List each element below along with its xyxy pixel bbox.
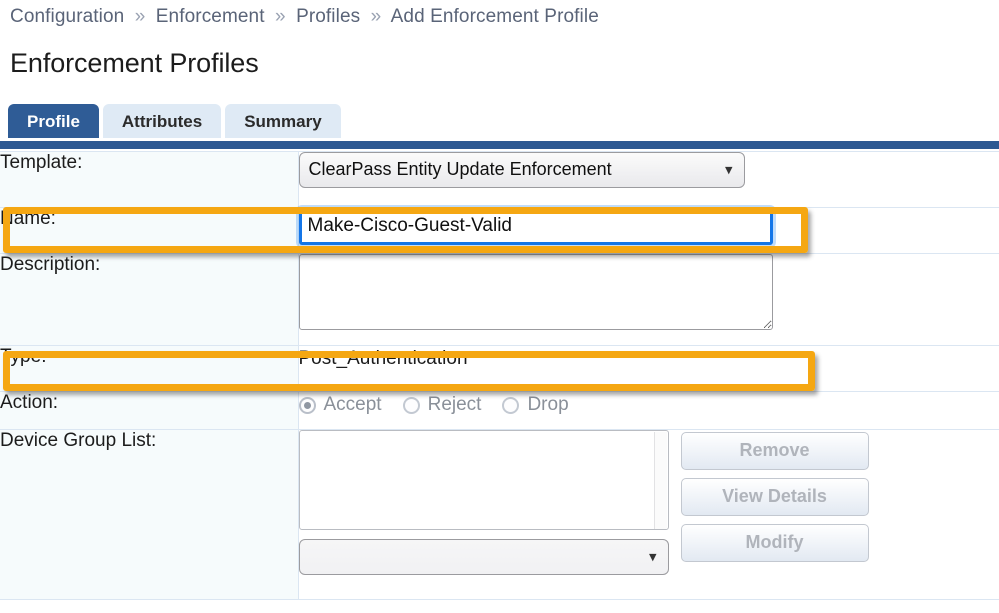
breadcrumb-separator: » [370, 6, 382, 27]
breadcrumb-item-configuration[interactable]: Configuration [10, 6, 124, 27]
description-textarea[interactable] [298, 254, 773, 330]
breadcrumb-item-profiles[interactable]: Profiles [296, 6, 360, 27]
breadcrumb-item-enforcement[interactable]: Enforcement [156, 6, 265, 27]
template-select[interactable]: ClearPass Entity Update Enforcement [298, 152, 745, 188]
tab-profile[interactable]: Profile [8, 104, 99, 138]
device-group-listbox[interactable] [298, 430, 669, 530]
form-row-description: Description: [0, 253, 999, 346]
device-group-list-value-cell: ▾ Remove View Details Modify [298, 429, 999, 600]
breadcrumb: Configuration » Enforcement » Profiles »… [10, 6, 599, 28]
name-label: Name: [0, 207, 299, 254]
description-value-cell [298, 253, 999, 346]
modify-button[interactable]: Modify [680, 524, 869, 562]
breadcrumb-item-add-enforcement-profile: Add Enforcement Profile [390, 6, 599, 27]
tab-bar-underline [0, 141, 999, 149]
tab-bar: Profile Attributes Summary [8, 104, 341, 138]
action-radio-group: Accept Reject Drop [298, 392, 999, 416]
enforcement-profile-page: Configuration » Enforcement » Profiles »… [0, 0, 999, 613]
form-row-device-group-list: Device Group List: ▾ Remove View Details… [0, 429, 999, 600]
radio-unselected-icon [502, 396, 520, 414]
type-value: Post_Authentication [298, 348, 468, 369]
name-input[interactable] [298, 208, 773, 245]
form-row-name: Name: [0, 207, 999, 254]
breadcrumb-separator: » [275, 6, 286, 27]
action-radio-drop-label: Drop [527, 394, 569, 415]
template-label: Template: [0, 151, 299, 208]
action-value-cell: Accept Reject Drop [298, 391, 999, 430]
remove-button[interactable]: Remove [680, 432, 869, 470]
action-radio-reject[interactable]: Reject [402, 394, 482, 416]
page-title: Enforcement Profiles [10, 48, 259, 78]
device-group-list-left: ▾ [298, 430, 669, 575]
type-value-cell: Post_Authentication [298, 345, 999, 392]
device-group-select[interactable] [298, 539, 669, 575]
radio-unselected-icon [402, 396, 420, 414]
radio-selected-icon [298, 396, 316, 414]
template-select-wrap: ClearPass Entity Update Enforcement ▾ [298, 152, 745, 188]
action-radio-reject-label: Reject [427, 394, 482, 415]
action-label: Action: [0, 391, 299, 430]
scrollbar-track[interactable] [653, 432, 667, 529]
tab-attributes[interactable]: Attributes [102, 104, 222, 138]
form-row-template: Template: ClearPass Entity Update Enforc… [0, 151, 999, 208]
device-group-list-label: Device Group List: [0, 429, 299, 600]
description-label: Description: [0, 253, 299, 346]
type-label: Type: [0, 345, 299, 392]
breadcrumb-separator: » [134, 6, 146, 27]
name-value-cell [298, 207, 999, 254]
form-row-action: Action: Accept Reject Drop [0, 391, 999, 430]
profile-form: Template: ClearPass Entity Update Enforc… [0, 151, 999, 600]
action-radio-drop[interactable]: Drop [502, 394, 569, 416]
device-group-buttons: Remove View Details Modify [680, 430, 869, 562]
device-group-list-controls: ▾ Remove View Details Modify [298, 430, 999, 575]
device-group-select-wrap: ▾ [298, 539, 669, 575]
action-radio-accept-label: Accept [323, 394, 382, 415]
template-value-cell: ClearPass Entity Update Enforcement ▾ [298, 151, 999, 208]
form-row-type: Type: Post_Authentication [0, 345, 999, 392]
tab-summary[interactable]: Summary [225, 104, 341, 138]
view-details-button[interactable]: View Details [680, 478, 869, 516]
action-radio-accept[interactable]: Accept [298, 394, 382, 416]
